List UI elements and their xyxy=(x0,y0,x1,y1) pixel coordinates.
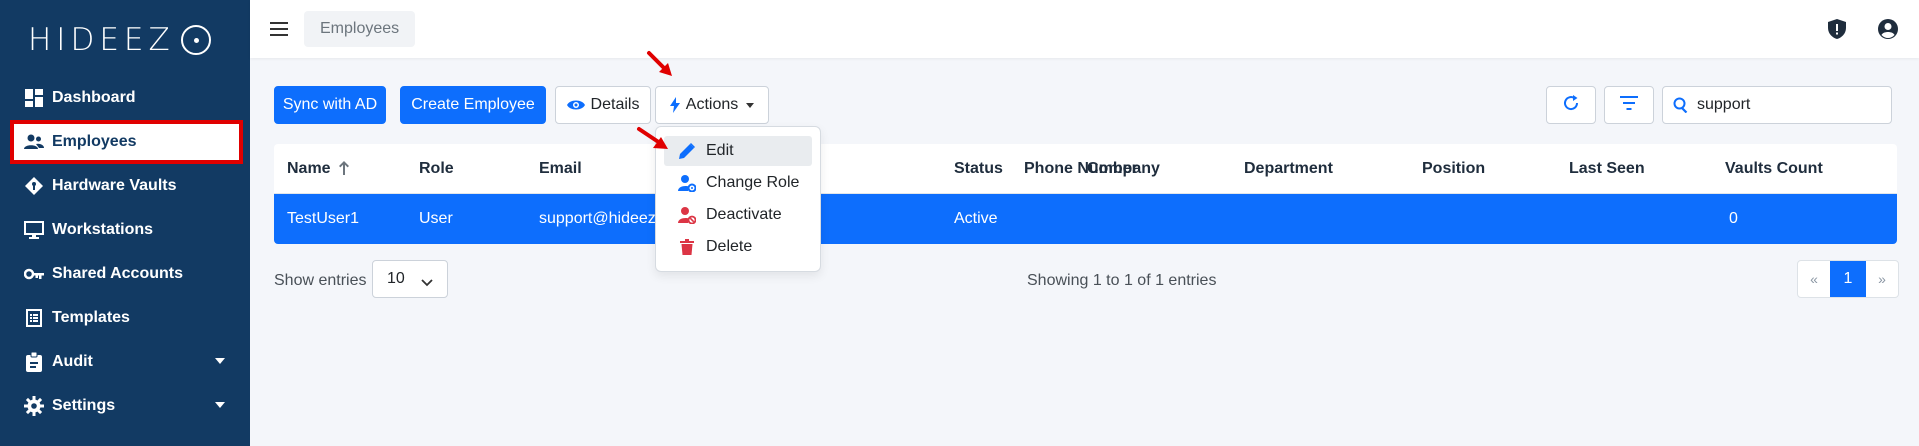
sidebar-item-label: Hardware Vaults xyxy=(52,177,177,194)
pencil-icon xyxy=(678,142,696,160)
caret-down-icon xyxy=(746,102,755,108)
column-position[interactable]: Position xyxy=(1422,160,1485,178)
sidebar-item-shared-accounts[interactable]: Shared Accounts xyxy=(10,252,243,296)
cell-role: User xyxy=(419,210,453,227)
key-icon xyxy=(24,264,44,284)
logo-text: HIDEEZ xyxy=(28,22,175,58)
sidebar-item-dashboard[interactable]: Dashboard xyxy=(10,76,243,120)
cell-vaults-count: 0 xyxy=(1729,210,1738,227)
sidebar-item-label: Templates xyxy=(52,309,130,326)
sidebar-item-workstations[interactable]: Workstations xyxy=(10,208,243,252)
pagination: « 1 » xyxy=(1797,260,1899,298)
sort-up-arrow-icon xyxy=(339,161,350,180)
filter-icon xyxy=(1620,95,1638,115)
sidebar-item-label: Settings xyxy=(52,397,116,414)
dashboard-icon xyxy=(24,88,44,108)
actions-dropdown-button[interactable]: Actions xyxy=(655,86,769,124)
user-block-icon xyxy=(678,206,696,224)
lightning-icon xyxy=(669,97,680,113)
gear-icon xyxy=(24,396,44,416)
menu-toggle-icon[interactable] xyxy=(270,22,288,36)
menu-item-change-role[interactable]: Change Role xyxy=(664,168,812,198)
column-name[interactable]: Name xyxy=(287,160,350,180)
column-department[interactable]: Department xyxy=(1244,160,1333,178)
sidebar-nav: Dashboard Employees Hardware Vaults Work… xyxy=(10,76,243,428)
cell-name: TestUser1 xyxy=(287,210,360,227)
user-cog-icon xyxy=(678,174,696,192)
hideez-logo[interactable]: HIDEEZ xyxy=(28,22,211,58)
employees-table: Name Role Email Phone Number Status Comp… xyxy=(274,144,1897,244)
sidebar-item-hardware-vaults[interactable]: Hardware Vaults xyxy=(10,164,243,208)
breadcrumb: Employees xyxy=(304,11,416,47)
trash-icon xyxy=(678,238,696,256)
pager-next[interactable]: » xyxy=(1866,261,1898,297)
sidebar: HIDEEZ Dashboard Employees Hardware Vaul… xyxy=(0,0,250,446)
eye-icon xyxy=(566,99,585,111)
logo-circle-icon xyxy=(180,25,211,55)
monitor-icon xyxy=(24,220,44,240)
chevron-down-icon xyxy=(421,274,433,292)
search-icon xyxy=(1673,97,1689,113)
sync-button-label: Sync with AD xyxy=(282,96,378,113)
sidebar-item-label: Workstations xyxy=(52,221,154,238)
menu-item-deactivate[interactable]: Deactivate xyxy=(664,200,812,230)
chevron-down-icon xyxy=(215,402,225,408)
showing-entries-text: Showing 1 to 1 of 1 entries xyxy=(1027,272,1217,289)
actions-button-label: Actions xyxy=(685,96,739,113)
refresh-button[interactable] xyxy=(1546,86,1596,124)
shield-icon[interactable] xyxy=(1826,18,1848,40)
sidebar-item-label: Employees xyxy=(52,133,137,150)
menu-item-delete[interactable]: Delete xyxy=(664,232,812,262)
menu-item-label: Deactivate xyxy=(706,206,782,223)
show-entries-label: Show entries xyxy=(274,272,367,289)
cell-status: Active xyxy=(954,210,998,227)
filter-button[interactable] xyxy=(1604,86,1654,124)
annotation-arrow-icon xyxy=(637,127,668,149)
sidebar-item-templates[interactable]: Templates xyxy=(10,296,243,340)
menu-item-edit[interactable]: Edit xyxy=(664,136,812,166)
sidebar-item-label: Dashboard xyxy=(52,89,136,106)
details-button[interactable]: Details xyxy=(555,86,651,124)
menu-item-label: Edit xyxy=(706,142,734,159)
sidebar-item-label: Audit xyxy=(52,353,93,370)
users-icon xyxy=(24,132,44,152)
column-vaults-count[interactable]: Vaults Count xyxy=(1725,160,1823,178)
sidebar-item-employees[interactable]: Employees xyxy=(10,120,243,164)
refresh-icon xyxy=(1562,94,1580,117)
search-input[interactable] xyxy=(1697,96,1867,114)
pager-prev[interactable]: « xyxy=(1798,261,1830,297)
diamond-key-icon xyxy=(24,176,44,196)
menu-item-label: Delete xyxy=(706,238,753,255)
column-email[interactable]: Email xyxy=(539,160,582,178)
page-size-value: 10 xyxy=(387,270,405,287)
sidebar-item-settings[interactable]: Settings xyxy=(10,384,243,428)
search-box xyxy=(1662,86,1892,124)
menu-item-label: Change Role xyxy=(706,174,800,191)
column-status[interactable]: Status xyxy=(954,160,1003,178)
pager-page-1[interactable]: 1 xyxy=(1830,261,1866,297)
sidebar-item-audit[interactable]: Audit xyxy=(10,340,243,384)
annotation-arrow-icon xyxy=(647,51,672,76)
clipboard-icon xyxy=(24,352,44,372)
top-header: Employees xyxy=(250,0,1919,58)
table-row[interactable]: TestUser1 User support@hideez.com Active… xyxy=(274,194,1897,244)
actions-menu: Edit Change Role Deactivate Delete xyxy=(655,126,821,272)
column-company[interactable]: Company xyxy=(1087,160,1160,178)
chevron-down-icon xyxy=(215,358,225,364)
column-role[interactable]: Role xyxy=(419,160,454,178)
list-icon xyxy=(24,308,44,328)
column-last-seen[interactable]: Last Seen xyxy=(1569,160,1645,178)
account-icon[interactable] xyxy=(1877,18,1899,40)
page-size-select[interactable]: 10 xyxy=(372,260,448,298)
details-button-label: Details xyxy=(590,96,640,113)
create-button-label: Create Employee xyxy=(411,96,535,113)
sidebar-item-label: Shared Accounts xyxy=(52,265,183,282)
sync-with-ad-button[interactable]: Sync with AD xyxy=(274,86,386,124)
table-header: Name Role Email Phone Number Status Comp… xyxy=(274,144,1897,194)
create-employee-button[interactable]: Create Employee xyxy=(400,86,546,124)
